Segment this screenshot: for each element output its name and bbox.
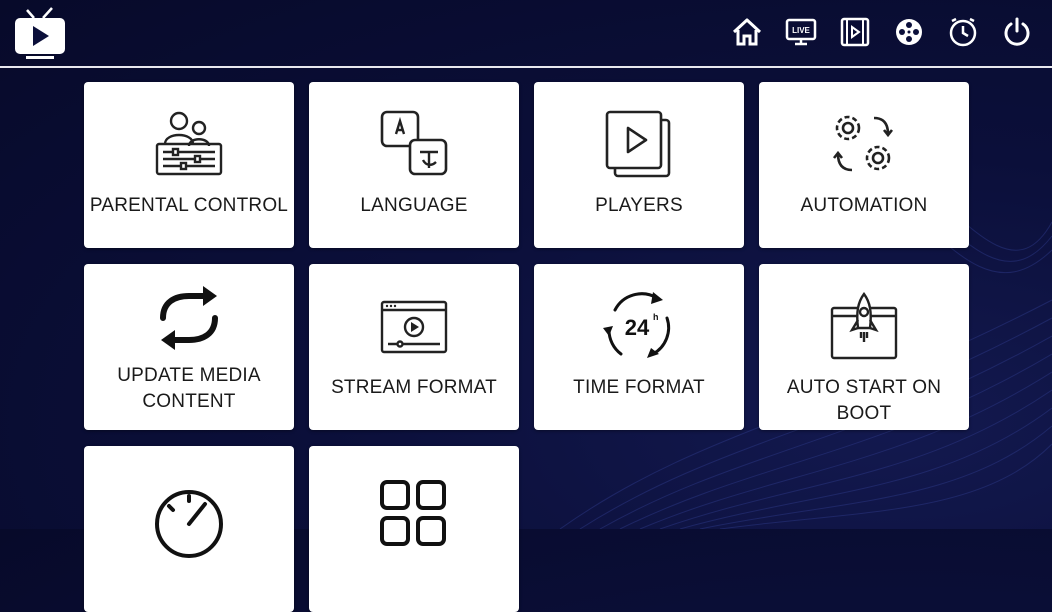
tile-speed[interactable] <box>84 446 294 612</box>
parental-control-icon <box>84 106 294 182</box>
players-icon <box>534 106 744 182</box>
speedometer-icon <box>84 482 294 558</box>
tile-label: PLAYERS <box>595 195 683 216</box>
refresh-icon <box>84 280 294 356</box>
rocket-launch-icon <box>759 288 969 364</box>
tile-time-format[interactable]: 24 h TIME FORMAT <box>534 264 744 430</box>
tile-language[interactable]: LANGUAGE <box>309 82 519 248</box>
tile-label: PARENTAL CONTROL <box>89 195 289 216</box>
time-badge-h: h <box>653 312 659 322</box>
clock-icon[interactable] <box>946 15 980 49</box>
top-bar: LIVE <box>0 0 1052 66</box>
film-reel-icon[interactable] <box>892 15 926 49</box>
tile-parental-control[interactable]: PARENTAL CONTROL <box>84 82 294 248</box>
tile-label: AUTOMATION <box>800 195 928 216</box>
tile-label: LANGUAGE <box>360 195 468 216</box>
time-badge: 24 <box>625 315 650 340</box>
movies-icon[interactable] <box>838 15 872 49</box>
live-tv-icon[interactable]: LIVE <box>784 15 818 49</box>
tile-layout[interactable] <box>309 446 519 612</box>
language-icon <box>309 106 519 182</box>
tile-label: AUTO START ON BOOT <box>786 377 942 424</box>
live-badge: LIVE <box>792 26 810 35</box>
time-format-24h-icon: 24 h <box>534 288 744 364</box>
header-divider <box>0 66 1052 68</box>
tile-update-media-content[interactable]: UPDATE MEDIA CONTENT <box>84 264 294 430</box>
tile-label: UPDATE MEDIA CONTENT <box>117 365 261 412</box>
stream-format-icon <box>309 288 519 364</box>
tile-label: STREAM FORMAT <box>331 377 497 398</box>
tile-auto-start-on-boot[interactable]: AUTO START ON BOOT <box>759 264 969 430</box>
tv-play-logo-icon[interactable] <box>12 6 68 62</box>
tile-automation[interactable]: AUTOMATION <box>759 82 969 248</box>
tile-label: TIME FORMAT <box>573 377 705 398</box>
home-icon[interactable] <box>730 15 764 49</box>
grid-layout-icon <box>309 476 519 552</box>
power-icon[interactable] <box>1000 15 1034 49</box>
automation-gears-icon <box>759 106 969 182</box>
tile-players[interactable]: PLAYERS <box>534 82 744 248</box>
tile-stream-format[interactable]: STREAM FORMAT <box>309 264 519 430</box>
